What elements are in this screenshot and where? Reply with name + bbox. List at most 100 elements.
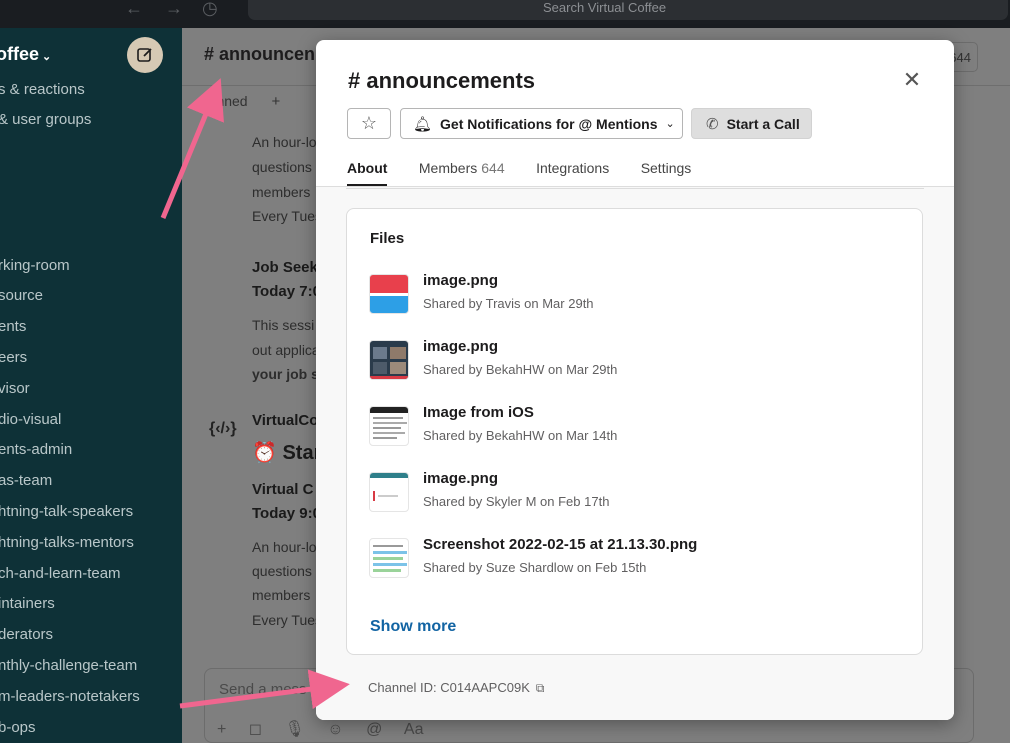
sidebar-item[interactable]: & user groups bbox=[0, 111, 91, 128]
message-text: members bbox=[252, 184, 311, 200]
modal-body: Files image.png Shared by Travis on Mar … bbox=[316, 187, 954, 720]
channel-id-text: Channel ID: C014AAPC09K bbox=[368, 680, 530, 695]
sidebar-item[interactable]: rking-room bbox=[0, 257, 70, 274]
bell-icon: 🔔︎ bbox=[413, 115, 433, 133]
sidebar-item[interactable]: s & reactions bbox=[0, 81, 85, 98]
file-name: image.png bbox=[423, 338, 499, 355]
message-text: out applica bbox=[252, 342, 320, 358]
file-meta: Shared by BekahHW on Mar 29th bbox=[423, 362, 618, 377]
file-meta: Shared by Suze Shardlow on Feb 15th bbox=[423, 560, 647, 575]
phone-icon: ✆ bbox=[706, 115, 719, 133]
file-thumbnail bbox=[369, 274, 409, 314]
back-arrow-icon[interactable]: ← bbox=[125, 0, 143, 19]
show-more-link[interactable]: Show more bbox=[370, 618, 456, 636]
file-meta: Shared by Travis on Mar 29th bbox=[423, 296, 594, 311]
file-meta: Shared by BekahHW on Mar 14th bbox=[423, 428, 618, 443]
star-button[interactable]: ☆ bbox=[347, 108, 391, 139]
sidebar-item[interactable]: nthly-challenge-team bbox=[0, 657, 137, 674]
start-call-button[interactable]: ✆ Start a Call bbox=[691, 108, 812, 139]
alarm-clock-icon: ⏰ bbox=[252, 442, 277, 464]
sidebar-item[interactable]: htning-talk-speakers bbox=[0, 503, 133, 520]
tab-integrations[interactable]: Integrations bbox=[536, 156, 609, 186]
sidebar: offee ⌄ s & reactions & user groups rking… bbox=[0, 28, 182, 743]
file-name: image.png bbox=[423, 272, 499, 289]
modal-tabs: About Members 644 Integrations Settings bbox=[347, 156, 718, 186]
sidebar-item[interactable]: derators bbox=[0, 626, 53, 643]
file-item[interactable]: Image from iOS Shared by BekahHW on Mar … bbox=[369, 402, 889, 450]
file-item[interactable]: image.png Shared by BekahHW on Mar 29th bbox=[369, 336, 889, 384]
sidebar-item[interactable]: b-ops bbox=[0, 719, 36, 736]
plus-icon[interactable]: + bbox=[217, 721, 226, 738]
sidebar-item[interactable]: eers bbox=[0, 349, 27, 366]
search-placeholder: Search Virtual Coffee bbox=[543, 0, 667, 15]
top-bar: ← → ◷ Search Virtual Coffee bbox=[0, 0, 1010, 28]
message-text: members bbox=[252, 587, 311, 603]
message-text: Every Tues bbox=[252, 612, 323, 628]
emoji-icon[interactable]: ☺ bbox=[327, 721, 343, 738]
files-card: Files image.png Shared by Travis on Mar … bbox=[346, 208, 923, 655]
message-text: your job s bbox=[252, 366, 319, 382]
file-thumbnail bbox=[369, 406, 409, 446]
compose-button[interactable] bbox=[127, 37, 163, 73]
sidebar-item[interactable]: source bbox=[0, 287, 43, 304]
tab-label: Integrations bbox=[536, 160, 610, 176]
message-author[interactable]: VirtualCo bbox=[252, 412, 318, 429]
composer-placeholder: Send a mess bbox=[219, 681, 307, 698]
file-item[interactable]: image.png Shared by Travis on Mar 29th bbox=[369, 270, 889, 318]
file-item[interactable]: Screenshot 2022-02-15 at 21.13.30.png Sh… bbox=[369, 534, 889, 582]
sidebar-item[interactable]: as-team bbox=[0, 472, 52, 489]
format-icon[interactable]: Aa bbox=[404, 721, 424, 738]
channel-details-modal: # announcements ✕ ☆ 🔔︎ Get Notifications… bbox=[316, 40, 954, 720]
sidebar-item[interactable]: dio-visual bbox=[0, 411, 61, 428]
video-icon[interactable]: ◻ bbox=[249, 721, 262, 738]
message-heading: Today 7:0 bbox=[252, 283, 321, 300]
workspace-name-text: offee bbox=[0, 44, 40, 64]
message-text: This sessi bbox=[252, 317, 315, 333]
add-bookmark-button[interactable]: + bbox=[271, 93, 280, 110]
file-thumbnail bbox=[369, 538, 409, 578]
file-item[interactable]: image.png Shared by Skyler M on Feb 17th bbox=[369, 468, 889, 516]
chevron-down-icon: ⌄ bbox=[665, 118, 675, 130]
modal-title: # announcements bbox=[348, 68, 536, 93]
tab-about[interactable]: About bbox=[347, 156, 388, 186]
sidebar-item[interactable]: ch-and-learn-team bbox=[0, 565, 121, 582]
tab-label: Settings bbox=[640, 160, 692, 176]
bookmarks-bar: Pinned + bbox=[204, 93, 280, 110]
chevron-down-icon: ⌄ bbox=[42, 51, 52, 63]
sidebar-item[interactable]: ents-admin bbox=[0, 441, 72, 458]
sidebar-item[interactable]: intainers bbox=[0, 595, 55, 612]
file-thumbnail bbox=[369, 340, 409, 380]
workspace-name[interactable]: offee ⌄ bbox=[0, 44, 51, 65]
copy-icon[interactable]: ⧉ bbox=[536, 681, 545, 696]
file-name: Screenshot 2022-02-15 at 21.13.30.png bbox=[423, 536, 698, 553]
tab-label: Members bbox=[418, 160, 478, 176]
channel-title[interactable]: # announcen bbox=[204, 44, 315, 65]
notifications-button[interactable]: 🔔︎ Get Notifications for @ Mentions ⌄ bbox=[400, 108, 683, 139]
forward-arrow-icon[interactable]: → bbox=[165, 0, 183, 19]
message-heading: Job Seek bbox=[252, 259, 318, 276]
history-icon[interactable]: ◷ bbox=[202, 0, 218, 19]
microphone-icon[interactable]: 🎙 bbox=[285, 721, 305, 738]
file-thumbnail bbox=[369, 472, 409, 512]
files-heading: Files bbox=[370, 230, 405, 247]
mention-icon[interactable]: @ bbox=[366, 721, 382, 738]
search-bar[interactable]: Search Virtual Coffee bbox=[248, 0, 1008, 20]
pinned-link[interactable]: Pinned bbox=[204, 93, 248, 109]
message-text: Every Tues bbox=[252, 208, 323, 224]
sidebar-item[interactable]: htning-talks-mentors bbox=[0, 534, 134, 551]
sidebar-item[interactable]: ents bbox=[0, 318, 26, 335]
close-icon[interactable]: ✕ bbox=[900, 67, 924, 92]
message-text: questions bbox=[252, 159, 312, 175]
tab-members[interactable]: Members 644 bbox=[419, 156, 505, 186]
notifications-label: Get Notifications for @ Mentions bbox=[440, 115, 658, 132]
app-icon: {‹/›} bbox=[209, 420, 237, 437]
sidebar-item[interactable]: m-leaders-notetakers bbox=[0, 688, 140, 705]
channel-id: Channel ID: C014AAPC09K ⧉ bbox=[368, 680, 544, 696]
tab-settings[interactable]: Settings bbox=[641, 156, 692, 186]
message-text: An hour-lo bbox=[252, 539, 317, 555]
compose-icon bbox=[137, 48, 152, 62]
sidebar-item[interactable]: visor bbox=[0, 380, 30, 397]
file-meta: Shared by Skyler M on Feb 17th bbox=[423, 494, 610, 509]
message-heading: Virtual C bbox=[252, 481, 314, 498]
composer-toolbar: + ◻ 🎙 ☺ @ Aa bbox=[217, 719, 441, 739]
